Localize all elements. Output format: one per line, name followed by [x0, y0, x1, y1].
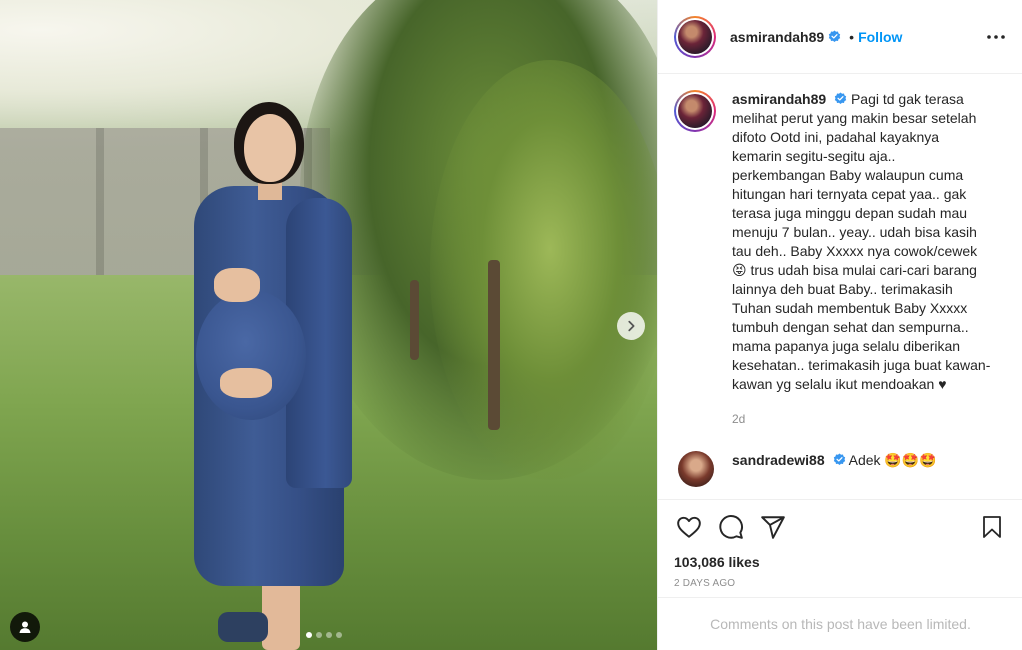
action-icons-row [674, 512, 1007, 542]
post-sidebar: asmirandah89 • Follow asmirandah89 Pagi … [657, 0, 1022, 650]
chevron-right-icon [628, 320, 635, 332]
caption-username[interactable]: asmirandah89 [732, 91, 826, 107]
photo-person-hand [220, 368, 272, 398]
share-button[interactable] [758, 512, 788, 542]
caption-author-avatar-image [678, 94, 712, 128]
verified-badge-icon [834, 92, 847, 105]
caption-timestamp[interactable]: 2d [732, 410, 992, 429]
photo-person-shoe [218, 612, 268, 642]
comment-text: Adek 🤩🤩🤩 [848, 452, 937, 468]
photo-person [0, 0, 657, 650]
caption-comment: asmirandah89 Pagi td gak terasa melihat … [674, 90, 1006, 429]
heart-icon [677, 516, 701, 538]
bookmark-icon [983, 516, 1001, 538]
comments-limited-notice: Comments on this post have been limited. [658, 597, 1022, 650]
carousel-dot [326, 632, 332, 638]
author-avatar-image [678, 19, 712, 54]
caption-body: asmirandah89 Pagi td gak terasa melihat … [732, 90, 992, 429]
verified-badge-icon [833, 453, 845, 466]
post-header: asmirandah89 • Follow [658, 0, 1022, 74]
comment-item: sandradewi88 Adek 🤩🤩🤩 [674, 451, 1006, 487]
post-date[interactable]: 2 DAYS AGO [674, 578, 1007, 589]
caption-text: Pagi td gak terasa melihat perut yang ma… [732, 91, 991, 392]
comment-body: sandradewi88 Adek 🤩🤩🤩 [732, 451, 937, 470]
post-photo[interactable] [0, 0, 657, 650]
like-button[interactable] [674, 512, 704, 542]
photo-person-belly [196, 290, 306, 420]
comment-button[interactable] [716, 512, 746, 542]
more-options-button[interactable] [984, 25, 1008, 49]
verified-badge-icon [828, 30, 841, 43]
carousel-next-button[interactable] [617, 312, 645, 340]
follow-button[interactable]: Follow [858, 29, 902, 45]
commenter-avatar[interactable] [678, 451, 714, 487]
carousel-dot [306, 632, 312, 638]
comments-list[interactable]: asmirandah89 Pagi td gak terasa melihat … [658, 74, 1022, 500]
commenter-username[interactable]: sandradewi88 [732, 452, 825, 468]
author-username[interactable]: asmirandah89 [730, 29, 824, 45]
author-avatar[interactable] [674, 15, 716, 58]
carousel-indicator [306, 632, 342, 638]
photo-person-hand [214, 268, 260, 302]
more-options-icon [987, 34, 1005, 39]
photo-person-legs [262, 580, 300, 650]
photo-person-face [244, 114, 296, 182]
comment-icon [719, 515, 743, 539]
save-button[interactable] [977, 512, 1007, 542]
carousel-dot [336, 632, 342, 638]
follow-separator: • [849, 28, 855, 45]
user-tags-button[interactable] [10, 612, 40, 642]
likes-count[interactable]: 103,086 likes [674, 554, 1007, 570]
caption-author-avatar[interactable] [674, 90, 716, 132]
post-actions: 103,086 likes 2 DAYS AGO [658, 499, 1022, 589]
user-tag-icon [19, 621, 31, 633]
send-icon [761, 516, 785, 539]
carousel-dot [316, 632, 322, 638]
